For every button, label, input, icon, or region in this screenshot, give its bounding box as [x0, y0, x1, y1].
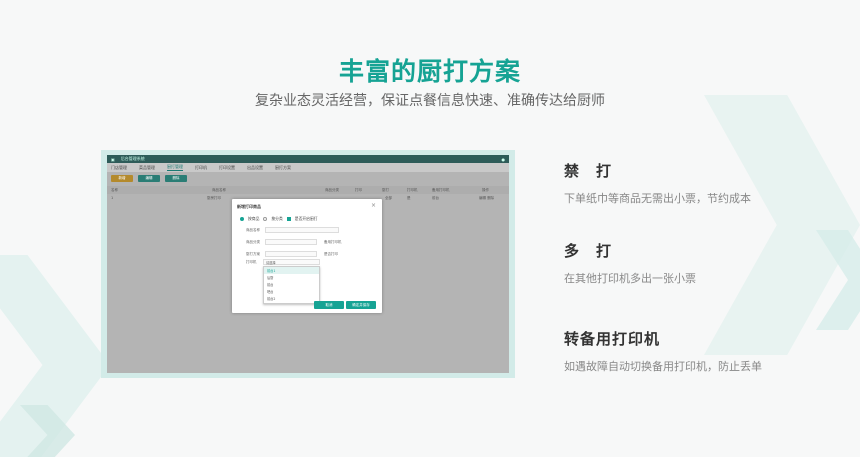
- add-print-item-modal: 新增打印商品 × 按商品 按分类 是否开启厨打 商品名称 商品分类 厨打方案 打…: [232, 199, 382, 313]
- dropdown-option[interactable]: 后厨: [264, 274, 319, 281]
- tab-item[interactable]: 门店管理: [111, 165, 127, 171]
- item-category-input[interactable]: [265, 239, 317, 245]
- feature-desc: 如遇故障自动切换备用打印机，防止丢单: [564, 360, 762, 373]
- table-header-cell: 操作: [482, 187, 489, 192]
- tab-item[interactable]: 厨打方案: [275, 165, 291, 171]
- table-cell[interactable]: 编辑 删除: [479, 196, 494, 201]
- tab-item[interactable]: 打印机: [195, 165, 207, 171]
- enable-checkbox[interactable]: [286, 217, 291, 221]
- modal-radio-group: 按商品 按分类 是否开启厨打: [240, 216, 318, 222]
- field-label: 商品名称: [246, 228, 260, 232]
- field-label: 备用打印机: [324, 240, 342, 244]
- feature-desc: 在其他打印机多出一张小票: [564, 272, 696, 285]
- checkbox-label: 是否开启厨打: [294, 216, 318, 221]
- save-button[interactable]: 确定并保存: [346, 301, 376, 309]
- add-button[interactable]: 新增: [111, 174, 133, 182]
- app-tabs: 门店管理 菜品管理 厨打管理 打印机 打印设置 出品设置 厨打方案: [107, 163, 509, 172]
- printer-select[interactable]: 请选择: [263, 259, 320, 265]
- field-label: 商品分类: [246, 240, 260, 244]
- feature-backup-printer: 转备用打印机 如遇故障自动切换备用打印机，防止丢单: [564, 328, 762, 374]
- table-header: 名称 商品名称 商品分类 打印 厨打 打印机 备用打印机 操作: [107, 186, 509, 194]
- item-name-input[interactable]: [265, 227, 339, 233]
- screenshot-frame: ▣ 后台管理系统 ● 门店管理 菜品管理 厨打管理 打印机 打印设置 出品设置 …: [101, 150, 515, 378]
- table-header-cell: 商品名称: [212, 187, 226, 192]
- dropdown-option[interactable]: 前台2: [264, 295, 319, 302]
- table-cell: 1: [111, 196, 114, 200]
- radio-by-item[interactable]: [240, 217, 244, 221]
- radio-label: 按分类: [271, 216, 283, 221]
- radio-by-category[interactable]: [263, 217, 268, 221]
- page-title: 丰富的厨打方案: [338, 57, 521, 86]
- feature-title: 转备用打印机: [564, 330, 661, 348]
- field-label: 是否打印: [324, 252, 338, 256]
- tab-item[interactable]: 打印设置: [219, 165, 235, 171]
- dropdown-option[interactable]: 吧台: [264, 288, 319, 295]
- radio-label: 按商品: [248, 216, 260, 221]
- table-cell: 是: [407, 195, 411, 200]
- table-header-cell: 备用打印机: [432, 187, 450, 192]
- table-cell: 全部: [385, 195, 392, 200]
- table-header-cell: 商品分类: [325, 187, 339, 192]
- delete-button[interactable]: 删除: [165, 174, 187, 182]
- decorative-chevron-right: [704, 95, 860, 355]
- app-screenshot: ▣ 后台管理系统 ● 门店管理 菜品管理 厨打管理 打印机 打印设置 出品设置 …: [107, 155, 509, 373]
- edit-button[interactable]: 编辑: [138, 174, 160, 182]
- tab-item[interactable]: 菜品管理: [139, 165, 155, 171]
- table-header-cell: 厨打: [382, 187, 389, 192]
- feature-multi-print: 多 打 在其他打印机多出一张小票: [564, 240, 696, 286]
- page-subtitle: 复杂业态灵活经营，保证点餐信息快速、准确传达给厨师: [255, 93, 605, 109]
- cancel-button[interactable]: 取消: [314, 301, 344, 309]
- tab-item[interactable]: 出品设置: [247, 165, 263, 171]
- feature-no-print: 禁 打 下单纸巾等商品无需出小票，节约成本: [564, 160, 751, 206]
- app-topbar: ▣ 后台管理系统 ●: [107, 155, 509, 163]
- modal-title: 新增打印商品: [237, 204, 261, 209]
- dropdown-option[interactable]: 前台: [264, 281, 319, 288]
- app-logo-icon: ▣: [111, 156, 115, 162]
- app-toolbar: 新增 编辑 删除: [107, 172, 509, 184]
- close-icon[interactable]: ×: [371, 202, 376, 209]
- feature-title: 多 打: [564, 242, 613, 260]
- table-header-cell: 打印: [355, 187, 362, 192]
- dropdown-option[interactable]: 前台1: [264, 267, 319, 274]
- feature-title: 禁 打: [564, 162, 613, 180]
- table-cell: 厨房打印: [207, 195, 221, 200]
- plan-select[interactable]: [265, 251, 317, 257]
- table-cell: 前台: [432, 195, 439, 200]
- table-header-cell: 名称: [111, 187, 118, 192]
- tab-item-active[interactable]: 厨打管理: [167, 164, 183, 171]
- user-avatar-icon[interactable]: ●: [502, 157, 506, 162]
- feature-desc: 下单纸巾等商品无需出小票，节约成本: [564, 192, 751, 205]
- field-label: 厨打方案: [246, 252, 260, 256]
- field-label: 打印机: [246, 260, 257, 264]
- app-title: 后台管理系统: [120, 156, 145, 161]
- printer-dropdown: 前台1 后厨 前台 吧台 前台2: [263, 266, 320, 304]
- table-header-cell: 打印机: [407, 187, 418, 192]
